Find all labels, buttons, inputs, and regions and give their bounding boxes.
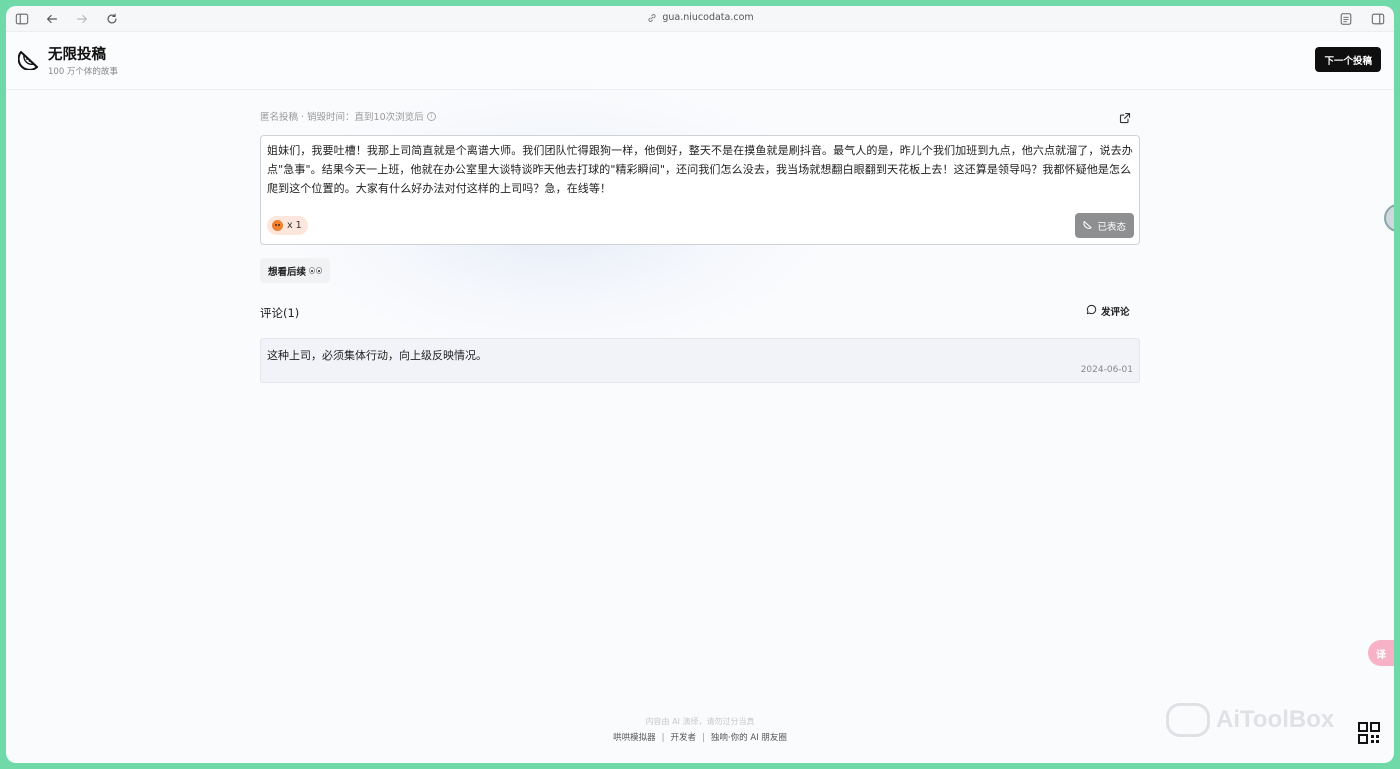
footer-link-ai-friends[interactable]: 独响·你的 AI 朋友圈 bbox=[711, 733, 787, 743]
next-post-button[interactable]: 下一个投稿 bbox=[1315, 47, 1381, 72]
comment-date: 2024-06-01 bbox=[1080, 365, 1133, 375]
footer-link-developer[interactable]: 开发者 bbox=[671, 733, 697, 743]
watermark-logo-icon bbox=[1166, 703, 1210, 737]
site-title[interactable]: 无限投稿 bbox=[48, 43, 106, 64]
link-icon bbox=[646, 12, 657, 23]
watermark: AiToolBox bbox=[1166, 700, 1334, 740]
watermelon-logo-icon[interactable] bbox=[17, 46, 42, 71]
external-share-icon[interactable] bbox=[1119, 109, 1131, 124]
watermelon-slice-icon bbox=[1083, 219, 1093, 232]
comments-title: 评论(1) bbox=[260, 306, 300, 320]
post-body: 姐妹们，我要吐槽！我那上司简直就是个离谱大师。我们团队忙得跟狗一样，他倒好，整天… bbox=[267, 144, 1133, 195]
watermark-text: AiToolBox bbox=[1216, 706, 1335, 733]
translate-icon[interactable]: 译 bbox=[1368, 640, 1394, 666]
reacted-button[interactable]: 已表态 bbox=[1075, 213, 1134, 238]
chat-bubble-icon bbox=[1086, 304, 1097, 318]
site-header: 无限投稿 100 万个体的故事 下一个投稿 bbox=[6, 32, 1394, 90]
split-view-icon[interactable] bbox=[1370, 11, 1386, 27]
browser-toolbar: gua.niucodata.com bbox=[6, 6, 1394, 32]
qr-code-icon[interactable] bbox=[1358, 722, 1380, 744]
reaction-chip[interactable]: x 1 bbox=[267, 216, 308, 235]
address-bar[interactable]: gua.niucodata.com bbox=[6, 12, 1394, 23]
info-icon[interactable]: i bbox=[426, 111, 436, 121]
post-meta: 匿名投稿 · 销毁时间：直到10次浏览后 i bbox=[260, 109, 436, 123]
want-follow-up-button[interactable]: 想看后续 bbox=[260, 258, 331, 283]
post-card: 姐妹们，我要吐槽！我那上司简直就是个离谱大师。我们团队忙得跟狗一样，他倒好，整天… bbox=[260, 135, 1140, 245]
comment-item: 这种上司，必须集体行动，向上级反映情况。 2024-06-01 bbox=[260, 338, 1140, 383]
reacted-label: 已表态 bbox=[1097, 221, 1126, 233]
comment-text: 这种上司，必须集体行动，向上级反映情况。 bbox=[267, 349, 487, 362]
url-text: gua.niucodata.com bbox=[662, 12, 754, 23]
site-subtitle: 100 万个体的故事 bbox=[48, 67, 118, 77]
eyes-emoji-icon bbox=[309, 267, 323, 274]
follow-label: 想看后续 bbox=[268, 266, 307, 278]
reader-icon[interactable] bbox=[1338, 11, 1354, 27]
post-meta-text: 匿名投稿 · 销毁时间：直到10次浏览后 bbox=[260, 112, 424, 123]
reaction-count: x 1 bbox=[287, 220, 302, 231]
add-comment-label: 发评论 bbox=[1101, 307, 1130, 318]
browser-window: gua.niucodata.com 无限投稿 100 万个体的故事 下一个投稿 … bbox=[6, 6, 1394, 763]
add-comment-button[interactable]: 发评论 bbox=[1086, 304, 1130, 318]
footer-link-simulator[interactable]: 哄哄模拟器 bbox=[613, 733, 656, 743]
angry-face-emoji-icon bbox=[272, 220, 283, 231]
side-extension-widget[interactable] bbox=[1384, 204, 1394, 232]
